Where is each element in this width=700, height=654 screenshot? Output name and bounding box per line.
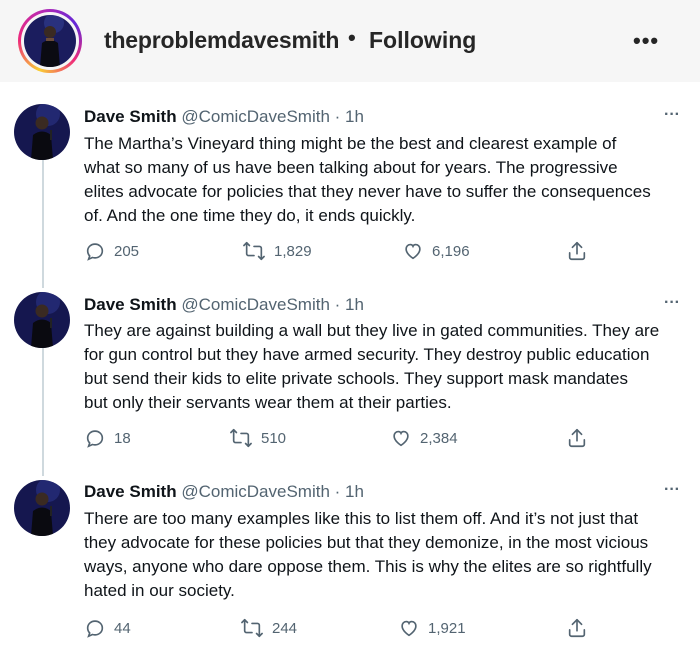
- author-name[interactable]: Dave Smith: [84, 295, 177, 314]
- reply-icon: [86, 243, 104, 261]
- share-icon: [568, 618, 586, 638]
- author-handle-time[interactable]: @ComicDaveSmith · 1h: [181, 107, 364, 126]
- heart-icon: [405, 243, 421, 260]
- tweet-text: There are too many examples like this to…: [84, 507, 692, 603]
- tweet-avatar[interactable]: [14, 104, 70, 160]
- author-handle-time[interactable]: @ComicDaveSmith · 1h: [181, 295, 364, 314]
- tweet[interactable]: Dave Smith @ComicDaveSmith · 1h ··· Ther…: [0, 472, 700, 654]
- reply-button[interactable]: 205: [84, 240, 139, 262]
- retweet-button[interactable]: 244: [240, 617, 297, 639]
- retweet-count: 1,829: [274, 242, 312, 260]
- instagram-username[interactable]: theproblemdavesmith: [104, 27, 339, 54]
- heart-icon: [393, 430, 409, 447]
- like-count: 2,384: [420, 429, 458, 447]
- tweet-actions: 205 1,829 6,196: [84, 240, 684, 264]
- reply-count: 205: [114, 242, 140, 260]
- retweet-button[interactable]: 1,829: [242, 240, 312, 262]
- retweet-icon: [230, 428, 252, 448]
- tweet-text-line: The Martha’s Vineyard thing might be the…: [84, 134, 617, 153]
- author-name[interactable]: Dave Smith: [84, 107, 177, 126]
- tweet-avatar[interactable]: [14, 292, 70, 348]
- tweet-header: Dave Smith @ComicDaveSmith · 1h: [84, 482, 364, 502]
- share-button[interactable]: [566, 240, 588, 262]
- tweet-text-line: but only their servants wear them at the…: [84, 393, 452, 412]
- tweet-text: They are against building a wall but the…: [84, 319, 692, 415]
- tweet-text-line: they advocate for these policies but tha…: [84, 533, 649, 552]
- reply-icon: [86, 620, 104, 638]
- tweet-text-line: what so many of us have been talking abo…: [84, 158, 618, 177]
- retweet-count: 510: [261, 429, 287, 447]
- reply-button[interactable]: 44: [84, 617, 131, 639]
- reply-count: 44: [114, 619, 131, 637]
- share-button[interactable]: [566, 617, 588, 639]
- tweet-more-icon[interactable]: ···: [664, 294, 680, 312]
- heart-icon: [401, 620, 417, 637]
- tweet-text-line: ways, anyone who dare oppose them. This …: [84, 557, 652, 576]
- share-icon: [568, 428, 586, 448]
- share-button[interactable]: [566, 427, 588, 449]
- tweet-header: Dave Smith @ComicDaveSmith · 1h: [84, 295, 364, 315]
- like-count: 1,921: [428, 619, 466, 637]
- author-name[interactable]: Dave Smith: [84, 482, 177, 501]
- like-button[interactable]: 1,921: [398, 617, 466, 639]
- tweet-text-line: elites advocate for policies that they n…: [84, 182, 651, 201]
- reply-button[interactable]: 18: [84, 427, 131, 449]
- retweet-icon: [243, 241, 265, 261]
- tweet-actions: 18 510 2,384: [84, 427, 684, 451]
- more-horizontal-icon[interactable]: •••: [633, 28, 659, 54]
- tweet-more-icon[interactable]: ···: [664, 481, 680, 499]
- like-button[interactable]: 6,196: [402, 240, 470, 262]
- retweet-icon: [241, 618, 263, 638]
- tweet-text-line: of. And the one time they do, it ends qu…: [84, 206, 416, 225]
- reply-count: 18: [114, 429, 131, 447]
- like-button[interactable]: 2,384: [390, 427, 458, 449]
- separator-dot: •: [348, 25, 356, 50]
- tweet-more-icon[interactable]: ···: [664, 106, 680, 124]
- share-icon: [568, 241, 586, 261]
- reply-icon: [86, 430, 104, 448]
- tweet[interactable]: Dave Smith @ComicDaveSmith · 1h ··· The …: [0, 96, 700, 282]
- tweet-actions: 44 244 1,921: [84, 617, 684, 641]
- tweet-text: The Martha’s Vineyard thing might be the…: [84, 132, 692, 228]
- tweet-text-line: for gun control but they have armed secu…: [84, 345, 650, 364]
- retweet-count: 244: [272, 619, 298, 637]
- following-button[interactable]: Following: [369, 27, 476, 54]
- tweet[interactable]: Dave Smith @ComicDaveSmith · 1h ··· They…: [0, 284, 700, 470]
- tweet-text-line: There are too many examples like this to…: [84, 509, 639, 528]
- like-count: 6,196: [432, 242, 470, 260]
- tweet-text-line: hated in our society.: [84, 581, 235, 600]
- tweet-text-line: but send their kids to elite private sch…: [84, 369, 628, 388]
- author-handle-time[interactable]: @ComicDaveSmith · 1h: [181, 482, 364, 501]
- retweet-button[interactable]: 510: [229, 427, 286, 449]
- instagram-header: theproblemdavesmith • Following •••: [0, 0, 700, 82]
- tweet-header: Dave Smith @ComicDaveSmith · 1h: [84, 107, 364, 127]
- tweet-avatar[interactable]: [14, 480, 70, 536]
- profile-avatar[interactable]: [24, 15, 76, 67]
- tweet-text-line: They are against building a wall but the…: [84, 321, 660, 340]
- story-ring[interactable]: [18, 9, 82, 73]
